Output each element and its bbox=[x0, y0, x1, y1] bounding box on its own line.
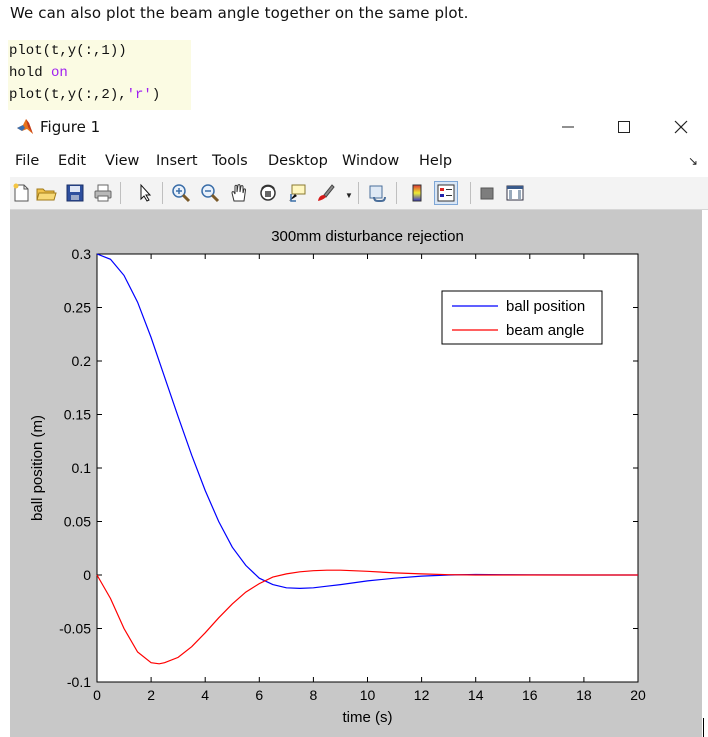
x-tick-label: 12 bbox=[414, 687, 430, 703]
menu-window[interactable]: Window bbox=[342, 153, 399, 169]
menu-edit[interactable]: Edit bbox=[58, 153, 86, 169]
plot-svg: 0 2 4 6 8 10 12 14 16 18 20 -0.1 -0.05 0 0.05 0.1 0.15 0.… bbox=[29, 228, 646, 726]
legend-entry: beam angle bbox=[506, 322, 584, 339]
brush-dropdown-icon[interactable]: ▼ bbox=[345, 191, 353, 200]
zoom-in-icon[interactable] bbox=[170, 182, 192, 204]
x-tick-label: 18 bbox=[576, 687, 592, 703]
chart-title: 300mm disturbance rejection bbox=[271, 228, 464, 245]
print-icon[interactable] bbox=[92, 182, 114, 204]
y-tick-label: 0.05 bbox=[64, 514, 91, 530]
edit-plot-arrow-icon[interactable] bbox=[134, 182, 156, 204]
x-axis-label: time (s) bbox=[343, 709, 393, 726]
x-tick-label: 4 bbox=[201, 687, 209, 703]
rotate-3d-icon[interactable] bbox=[257, 182, 279, 204]
legend-box[interactable]: ball position beam angle bbox=[441, 290, 603, 345]
y-tick-label: -0.05 bbox=[59, 621, 91, 637]
figure-canvas: 0 2 4 6 8 10 12 14 16 18 20 -0.1 -0.05 0 0.05 0.1 0.15 0.… bbox=[10, 210, 702, 737]
new-figure-icon[interactable] bbox=[10, 182, 32, 204]
y-tick-label: -0.1 bbox=[67, 674, 91, 690]
close-icon bbox=[674, 120, 688, 134]
matlab-logo-icon bbox=[16, 117, 34, 135]
dock-arrow-icon[interactable]: ↘ bbox=[688, 154, 698, 168]
x-tick-label: 8 bbox=[310, 687, 318, 703]
y-tick-label: 0.2 bbox=[72, 353, 92, 369]
maximize-icon bbox=[618, 121, 630, 133]
show-plot-tools-icon[interactable] bbox=[504, 182, 526, 204]
menu-insert[interactable]: Insert bbox=[156, 153, 198, 169]
x-tick-label: 20 bbox=[630, 687, 646, 703]
code-string: 'r' bbox=[126, 87, 152, 103]
minimize-icon bbox=[562, 126, 574, 128]
open-file-icon[interactable] bbox=[35, 182, 57, 204]
y-axis-label: ball position (m) bbox=[29, 415, 46, 521]
code-text: hold bbox=[9, 65, 52, 81]
code-text: plot(t,y(:,1)) bbox=[9, 43, 127, 59]
x-tick-label: 14 bbox=[468, 687, 484, 703]
code-block: plot(t,y(:,1)) hold on plot(t,y(:,2),'r'… bbox=[8, 40, 191, 110]
hide-plot-tools-icon[interactable] bbox=[476, 182, 498, 204]
x-tick-label: 0 bbox=[93, 687, 101, 703]
code-line-2: hold on bbox=[8, 62, 191, 84]
pan-hand-icon[interactable] bbox=[228, 182, 250, 204]
y-tick-label: 0.25 bbox=[64, 300, 91, 316]
menu-help[interactable]: Help bbox=[419, 153, 452, 169]
colorbar-icon[interactable] bbox=[406, 182, 428, 204]
zoom-out-icon[interactable] bbox=[199, 182, 221, 204]
menu-file[interactable]: File bbox=[15, 153, 39, 169]
window-title: Figure 1 bbox=[40, 118, 101, 136]
x-tick-label: 10 bbox=[360, 687, 376, 703]
data-cursor-icon[interactable] bbox=[286, 182, 308, 204]
x-tick-label: 6 bbox=[255, 687, 263, 703]
minimize-button[interactable] bbox=[546, 114, 590, 140]
code-text: ) bbox=[151, 87, 161, 103]
x-tick-label: 2 bbox=[147, 687, 155, 703]
x-tick-label: 16 bbox=[522, 687, 538, 703]
y-tick-label: 0.15 bbox=[64, 407, 91, 423]
code-keyword: on bbox=[51, 65, 68, 81]
save-icon[interactable] bbox=[64, 182, 86, 204]
intro-text: We can also plot the beam angle together… bbox=[10, 4, 469, 22]
code-line-3: plot(t,y(:,2),'r') bbox=[8, 84, 191, 106]
figure-toolbar: ▼ bbox=[10, 177, 708, 210]
y-tick-label: 0 bbox=[83, 567, 91, 583]
legend-entry: ball position bbox=[506, 298, 585, 315]
brush-icon[interactable] bbox=[314, 182, 336, 204]
menu-desktop[interactable]: Desktop bbox=[268, 153, 328, 169]
code-text: plot(t,y(:,2), bbox=[9, 87, 127, 103]
link-plot-icon[interactable] bbox=[366, 182, 388, 204]
menu-bar: File Edit View Insert Tools Desktop Wind… bbox=[10, 150, 708, 174]
close-button[interactable] bbox=[659, 114, 703, 140]
y-tick-label: 0.1 bbox=[72, 460, 92, 476]
maximize-button[interactable] bbox=[602, 114, 646, 140]
window-titlebar[interactable]: Figure 1 bbox=[10, 112, 708, 142]
menu-view[interactable]: View bbox=[105, 153, 139, 169]
menu-tools[interactable]: Tools bbox=[212, 153, 248, 169]
legend-icon[interactable] bbox=[434, 181, 458, 205]
code-line-1: plot(t,y(:,1)) bbox=[8, 40, 191, 62]
y-tick-label: 0.3 bbox=[72, 246, 92, 262]
text-cursor bbox=[703, 718, 704, 737]
